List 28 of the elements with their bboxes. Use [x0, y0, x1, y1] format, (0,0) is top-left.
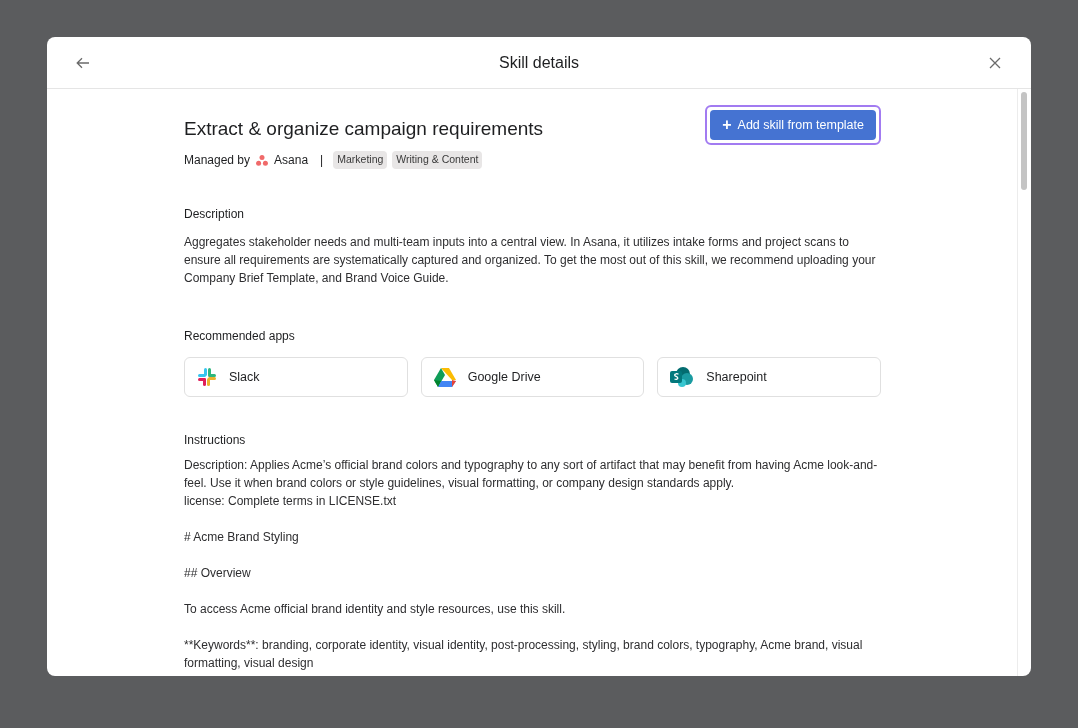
description-text: Aggregates stakeholder needs and multi-team inputs into a central view. In Asana, it utilizes intake forms and project scans to ensure all requirements are systematically captured and organized. To get the most out of this skill, we recommend uploading your Company Brief Template, and Brand Voice Guide. [184, 234, 877, 287]
description-heading: Description [184, 206, 246, 223]
skill-title: Extract & organize campaign requirements [184, 117, 544, 141]
sharepoint-icon [670, 367, 695, 387]
recommended-apps-heading: Recommended apps [184, 328, 296, 345]
dialog-title: Skill details [499, 52, 579, 73]
instruction-line: ## Overview [184, 565, 252, 582]
instruction-line: To access Acme official brand identity and style resources, use this skill. [184, 601, 567, 618]
drive-icon [433, 367, 456, 387]
instruction-line: Description: Applies Acme’s official brand colors and typography to any sort of artifact that may benefit from having Acme look-and-feel. Use it when brand colors or style guidelines, visual formatting, or company design standards apply. [184, 457, 879, 492]
instructions-heading: Instructions [184, 432, 247, 449]
instruction-line: license: Complete terms in LICENSE.txt [184, 493, 398, 510]
close-icon [989, 56, 1001, 69]
tag: Writing & Content [392, 151, 483, 169]
instruction-line: # Acme Brand Styling [184, 529, 300, 546]
managed-by-label: Managed by [184, 152, 251, 169]
back-arrow-icon [76, 56, 90, 69]
app-card[interactable]: Slack [184, 357, 408, 397]
app-card[interactable]: Google Drive [420, 357, 645, 397]
scrollbar-thumb[interactable] [1020, 92, 1027, 190]
owner-name: Asana [274, 152, 309, 169]
app-card[interactable]: Sharepoint [657, 357, 881, 397]
add-skill-button[interactable]: + Add skill from template [710, 110, 876, 140]
slack-icon [197, 367, 217, 387]
asana-logo-icon [256, 154, 269, 166]
separator: | [320, 152, 324, 169]
instruction-line: **Keywords**: branding, corporate identity, visual identity, post-processing, styling, brand colors, typography, Acme brand, visual formatting, visual design [184, 637, 864, 672]
tag: Marketing [333, 151, 388, 169]
